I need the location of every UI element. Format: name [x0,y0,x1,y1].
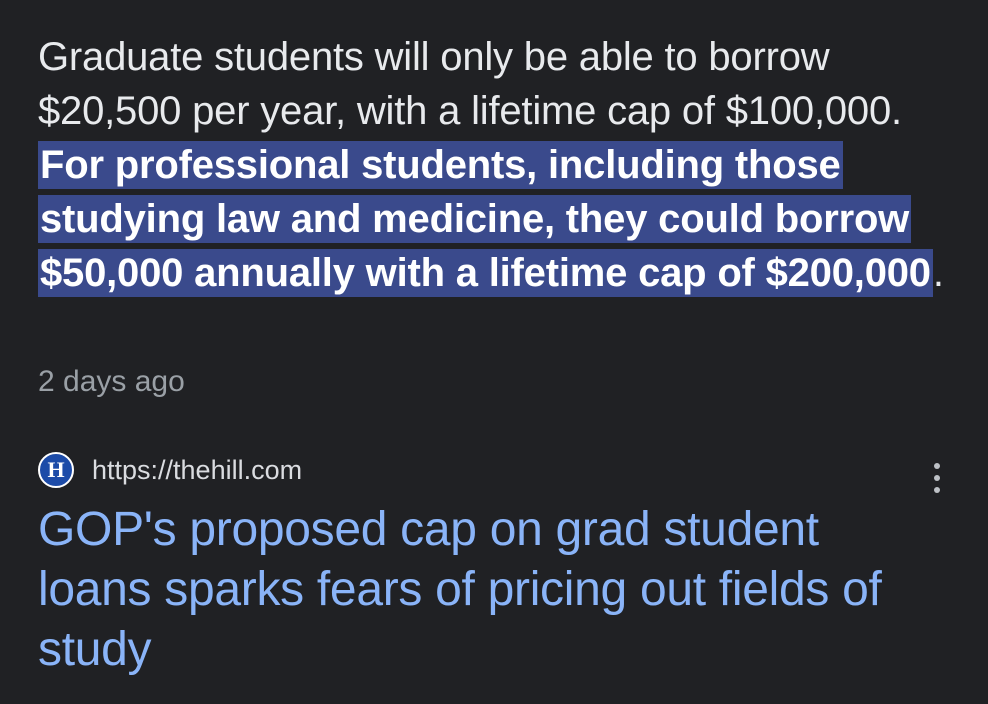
more-options-icon[interactable] [922,456,952,500]
snippet-plain-text: Graduate students will only be able to b… [38,35,902,133]
result-url[interactable]: https://thehill.com [92,455,302,486]
snippet-tail-text: . [932,251,944,295]
site-favicon-icon: H [38,452,74,488]
more-dot-1 [934,463,940,469]
more-dot-3 [934,487,940,493]
snippet-highlighted-text: For professional students, including tho… [38,141,933,297]
result-title-link[interactable]: GOP's proposed cap on grad student loans… [38,500,938,680]
snippet-date: 2 days ago [38,365,185,398]
more-dot-2 [934,475,940,481]
result-source[interactable]: H https://thehill.com [38,452,302,488]
featured-snippet-text: Graduate students will only be able to b… [38,30,958,300]
